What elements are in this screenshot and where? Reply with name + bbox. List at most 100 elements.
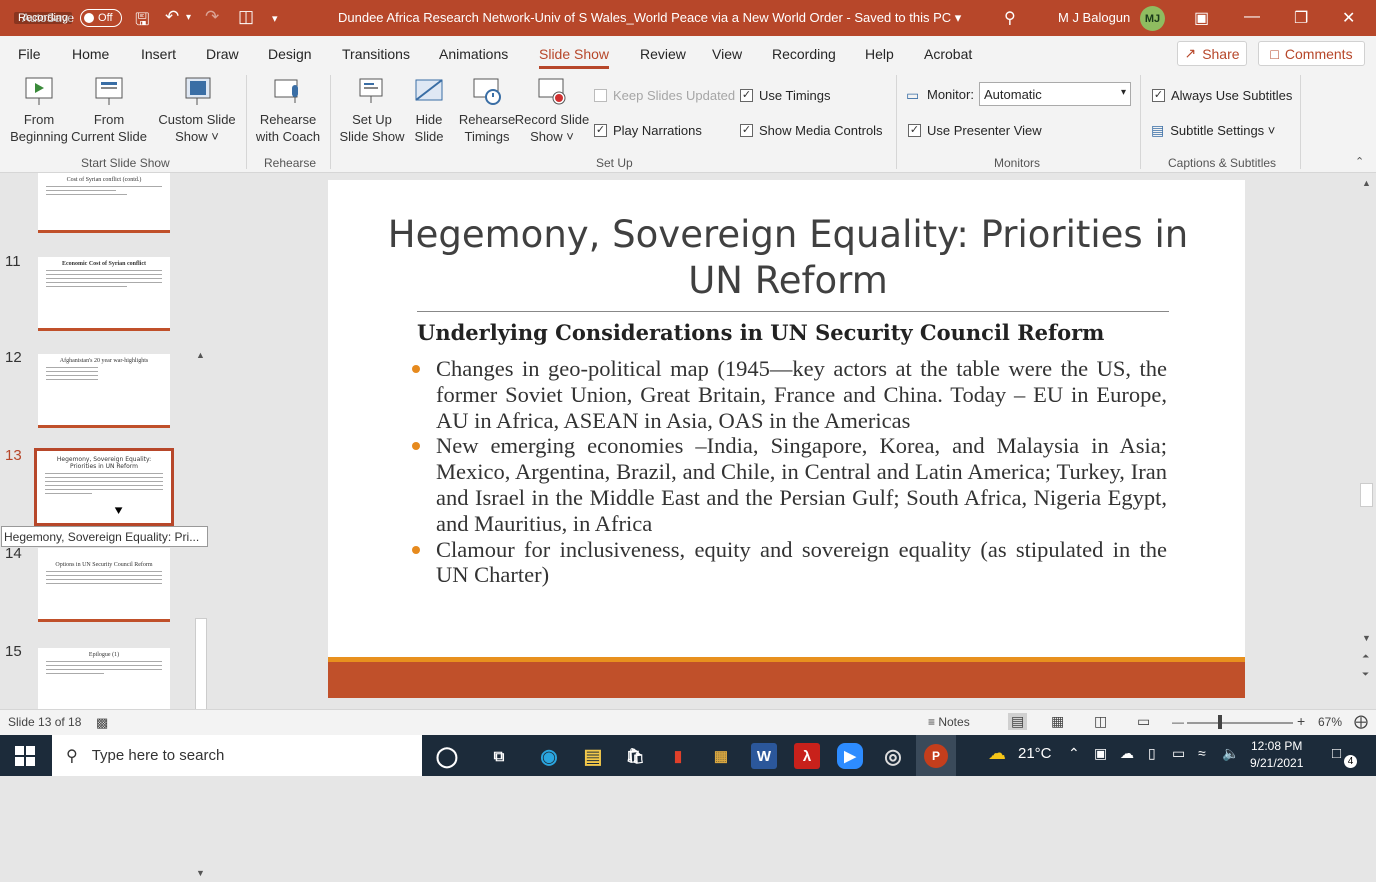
save-icon[interactable]: 🖫 xyxy=(135,7,149,36)
ribbon-display-icon[interactable]: ▣ xyxy=(1194,8,1209,28)
tab-view[interactable]: View xyxy=(712,46,742,62)
zoom-level[interactable]: 67% xyxy=(1318,715,1342,729)
restore-icon[interactable]: ❐ xyxy=(1294,8,1308,28)
cortana-icon[interactable]: ◯ xyxy=(434,743,460,769)
normal-view-icon[interactable]: ▤ xyxy=(1008,713,1028,730)
use-timings-checkbox[interactable]: ✓ Use Timings xyxy=(740,88,831,103)
notes-button[interactable]: ≡ Notes xyxy=(928,715,970,729)
wifi-icon[interactable]: ≈ xyxy=(1198,745,1206,761)
slide-thumbnail[interactable]: Options in UN Security Council Reform xyxy=(38,548,170,622)
tab-slide-show[interactable]: Slide Show xyxy=(539,46,610,69)
autosave-toggle[interactable]: Off xyxy=(80,9,123,27)
slide-thumbnail[interactable]: Economic Cost of Syrian conflict xyxy=(38,257,170,331)
slide-thumbnail[interactable]: Epilogue (1) xyxy=(38,648,170,709)
battery-icon[interactable]: ▭ xyxy=(1172,745,1185,762)
zoom-app-icon[interactable]: ▶ xyxy=(837,743,863,769)
fit-to-window-icon[interactable]: ⨁ xyxy=(1354,713,1368,730)
tab-file[interactable]: File xyxy=(18,46,41,62)
tab-review[interactable]: Review xyxy=(640,46,686,62)
undo-dropdown-icon[interactable]: ▾ xyxy=(186,12,191,23)
rehearse-timings-button[interactable]: Rehearse Timings xyxy=(456,75,518,145)
zoom-slider-handle[interactable] xyxy=(1218,715,1222,729)
collapse-ribbon-icon[interactable]: ⌃ xyxy=(1355,155,1364,168)
tab-insert[interactable]: Insert xyxy=(141,46,176,62)
weather-icon[interactable]: ☁ xyxy=(988,743,1006,764)
reading-view-icon[interactable]: ◫ xyxy=(1094,713,1107,730)
tab-home[interactable]: Home xyxy=(72,46,109,62)
minimize-icon[interactable]: — xyxy=(1244,8,1260,26)
slide-sorter-icon[interactable]: ▦ xyxy=(1051,713,1064,730)
weather-temp[interactable]: 21°C xyxy=(1018,745,1052,762)
undo-icon[interactable]: ↶ xyxy=(165,7,179,27)
tab-transitions[interactable]: Transitions xyxy=(342,46,410,62)
meet-now-icon[interactable]: ▣ xyxy=(1094,745,1107,762)
from-current-slide-button[interactable]: From Current Slide xyxy=(70,75,148,145)
windows-start-icon[interactable] xyxy=(15,746,35,766)
usb-icon[interactable]: ▯ xyxy=(1148,745,1156,762)
set-up-slide-show-button[interactable]: Set Up Slide Show xyxy=(336,75,408,145)
scroll-up-icon[interactable]: ▲ xyxy=(196,350,205,360)
zoom-in-icon[interactable]: + xyxy=(1297,713,1305,729)
next-slide-icon[interactable]: ⏷ xyxy=(1362,669,1369,680)
redo-icon[interactable]: ↷ xyxy=(205,7,219,27)
thumbnail-scrollbar[interactable]: ▲ ▼ xyxy=(193,346,209,882)
scrollbar-thumb[interactable] xyxy=(1360,483,1373,507)
document-title[interactable]: Dundee Africa Research Network-Univ of S… xyxy=(338,10,961,26)
show-media-controls-checkbox[interactable]: ✓ Show Media Controls xyxy=(740,123,883,138)
slide-thumbnail[interactable]: Afghanistan's 20 year war-highlights xyxy=(38,354,170,428)
scroll-down-icon[interactable]: ▼ xyxy=(196,868,205,878)
slide-title[interactable]: Hegemony, Sovereign Equality: Priorities… xyxy=(368,212,1208,304)
bullet-list[interactable]: Changes in geo-political map (1945—key a… xyxy=(412,356,1167,588)
slide-subtitle[interactable]: Underlying Considerations in UN Security… xyxy=(417,320,1104,345)
tab-acrobat[interactable]: Acrobat xyxy=(924,46,972,62)
scroll-down-icon[interactable]: ▼ xyxy=(1362,633,1371,643)
edge-icon[interactable]: ◉ xyxy=(536,743,562,769)
tab-recording[interactable]: Recording xyxy=(772,46,836,62)
media-app-icon[interactable]: ◎ xyxy=(880,743,906,769)
slide-thumbnail-selected[interactable]: Hegemony, Sovereign Equality: Priorities… xyxy=(34,448,174,526)
keep-slides-updated-checkbox[interactable]: Keep Slides Updated xyxy=(594,88,735,103)
user-name[interactable]: M J Balogun xyxy=(1058,10,1130,25)
comments-button[interactable]: □ Comments xyxy=(1258,41,1365,66)
notifications-icon[interactable]: □ xyxy=(1332,745,1341,762)
clock[interactable]: 12:08 PM 9/21/2021 xyxy=(1250,738,1303,772)
tray-chevron-icon[interactable]: ⌃ xyxy=(1068,745,1080,762)
tab-animations[interactable]: Animations xyxy=(439,46,508,62)
slide-thumbnail[interactable]: Cost of Syrian conflict (contd.) xyxy=(38,173,170,233)
previous-slide-icon[interactable]: ⏶ xyxy=(1362,651,1369,662)
tab-design[interactable]: Design xyxy=(268,46,312,62)
share-button[interactable]: ↗ Share xyxy=(1177,41,1247,66)
zoom-out-icon[interactable]: — xyxy=(1172,715,1184,729)
record-slide-show-button[interactable]: Record Slide Show ˅ xyxy=(514,75,590,145)
archive-icon[interactable]: ▦ xyxy=(708,743,734,769)
use-presenter-view-checkbox[interactable]: ✓ Use Presenter View xyxy=(908,123,1042,138)
taskbar-search[interactable]: ⚲ Type here to search xyxy=(52,735,422,776)
hide-slide-button[interactable]: Hide Slide xyxy=(408,75,450,145)
slide-scrollbar[interactable]: ▲ ▼ ⏶ ⏷ xyxy=(1357,173,1376,709)
office-icon[interactable]: ▮ xyxy=(665,743,691,769)
present-icon[interactable]: ◫ xyxy=(238,7,254,27)
volume-icon[interactable]: 🔈 xyxy=(1222,745,1239,762)
tab-help[interactable]: Help xyxy=(865,46,894,62)
zoom-slider[interactable] xyxy=(1187,722,1293,724)
accessibility-icon[interactable]: ▩ xyxy=(96,715,108,731)
onedrive-icon[interactable]: ☁ xyxy=(1120,745,1134,762)
task-view-icon[interactable]: ⧉ xyxy=(486,743,512,769)
play-narrations-checkbox[interactable]: ✓ Play Narrations xyxy=(594,123,702,138)
acrobat-icon[interactable]: λ xyxy=(794,743,820,769)
powerpoint-taskbar-button[interactable]: P xyxy=(916,735,956,776)
customize-qat-icon[interactable]: ▾ xyxy=(272,12,278,25)
word-icon[interactable]: W xyxy=(751,743,777,769)
custom-slide-show-button[interactable]: Custom Slide Show ˅ xyxy=(154,75,240,145)
slideshow-view-icon[interactable]: ▭ xyxy=(1137,713,1150,730)
rehearse-with-coach-button[interactable]: Rehearse with Coach xyxy=(252,75,324,145)
always-use-subtitles-checkbox[interactable]: ✓ Always Use Subtitles xyxy=(1152,88,1292,103)
from-beginning-button[interactable]: From Beginning xyxy=(8,75,70,145)
slide-canvas[interactable]: Hegemony, Sovereign Equality: Priorities… xyxy=(328,180,1245,698)
store-icon[interactable]: 🛍 xyxy=(622,743,648,769)
close-icon[interactable]: ✕ xyxy=(1342,8,1355,28)
search-icon[interactable]: ⚲ xyxy=(1004,8,1016,28)
file-explorer-icon[interactable]: ▤ xyxy=(580,743,606,769)
monitor-select[interactable]: Automatic ▾ xyxy=(979,82,1131,106)
scroll-up-icon[interactable]: ▲ xyxy=(1362,178,1371,188)
